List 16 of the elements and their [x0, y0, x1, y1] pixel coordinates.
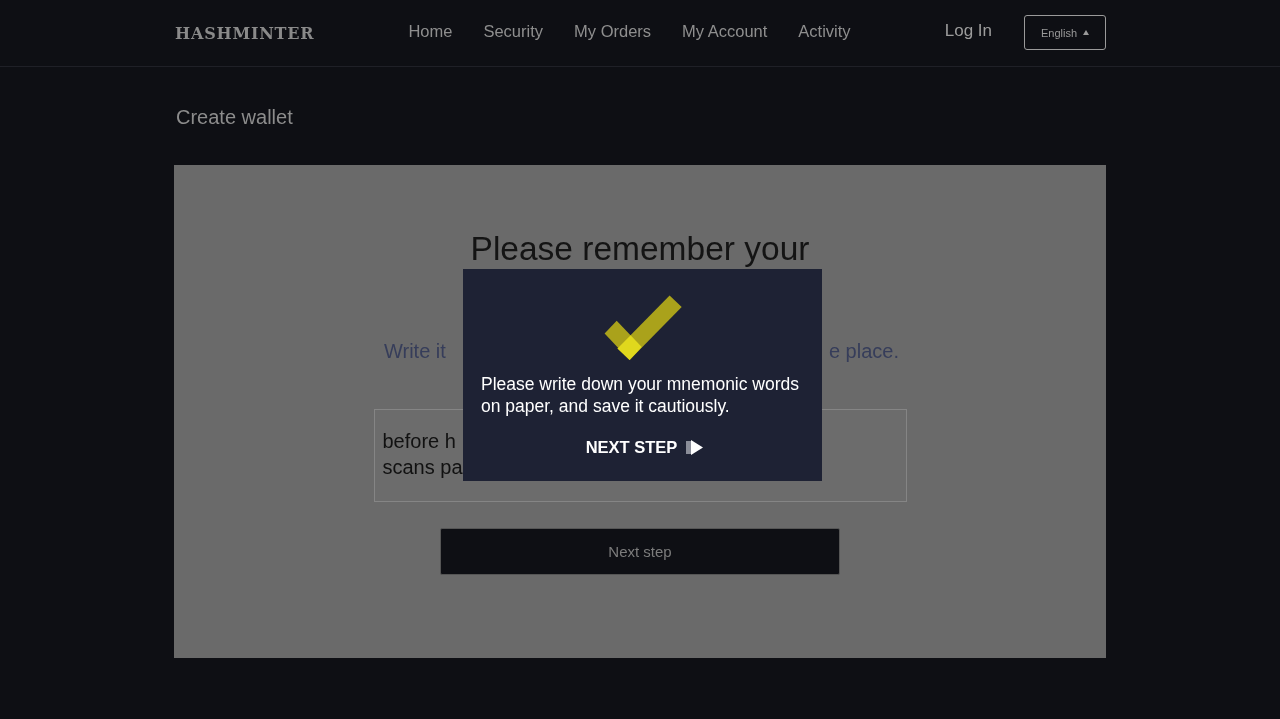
dialog-message: Please write down your mnemonic words on paper, and save it cautiously.	[480, 373, 801, 417]
check-icon	[604, 295, 682, 360]
login-link[interactable]: Log In	[944, 21, 992, 41]
next-step-button[interactable]: Next step	[440, 528, 840, 575]
page-title: Create wallet	[175, 105, 294, 130]
card-heading: Please remember your	[470, 231, 810, 267]
nav-link[interactable]: Security	[483, 22, 544, 41]
play-icon	[686, 440, 704, 455]
nav-link[interactable]: Home	[408, 22, 453, 41]
caret-icon	[1083, 30, 1090, 35]
nav-link[interactable]: My Orders	[574, 22, 652, 41]
nav-link[interactable]: Activity	[798, 22, 851, 41]
nav-link[interactable]: My Account	[682, 22, 768, 41]
language-button[interactable]: English	[1024, 15, 1106, 50]
next-step-button[interactable]: NEXT STEP	[585, 436, 704, 459]
logo-text: HASHMINTER	[175, 23, 315, 43]
